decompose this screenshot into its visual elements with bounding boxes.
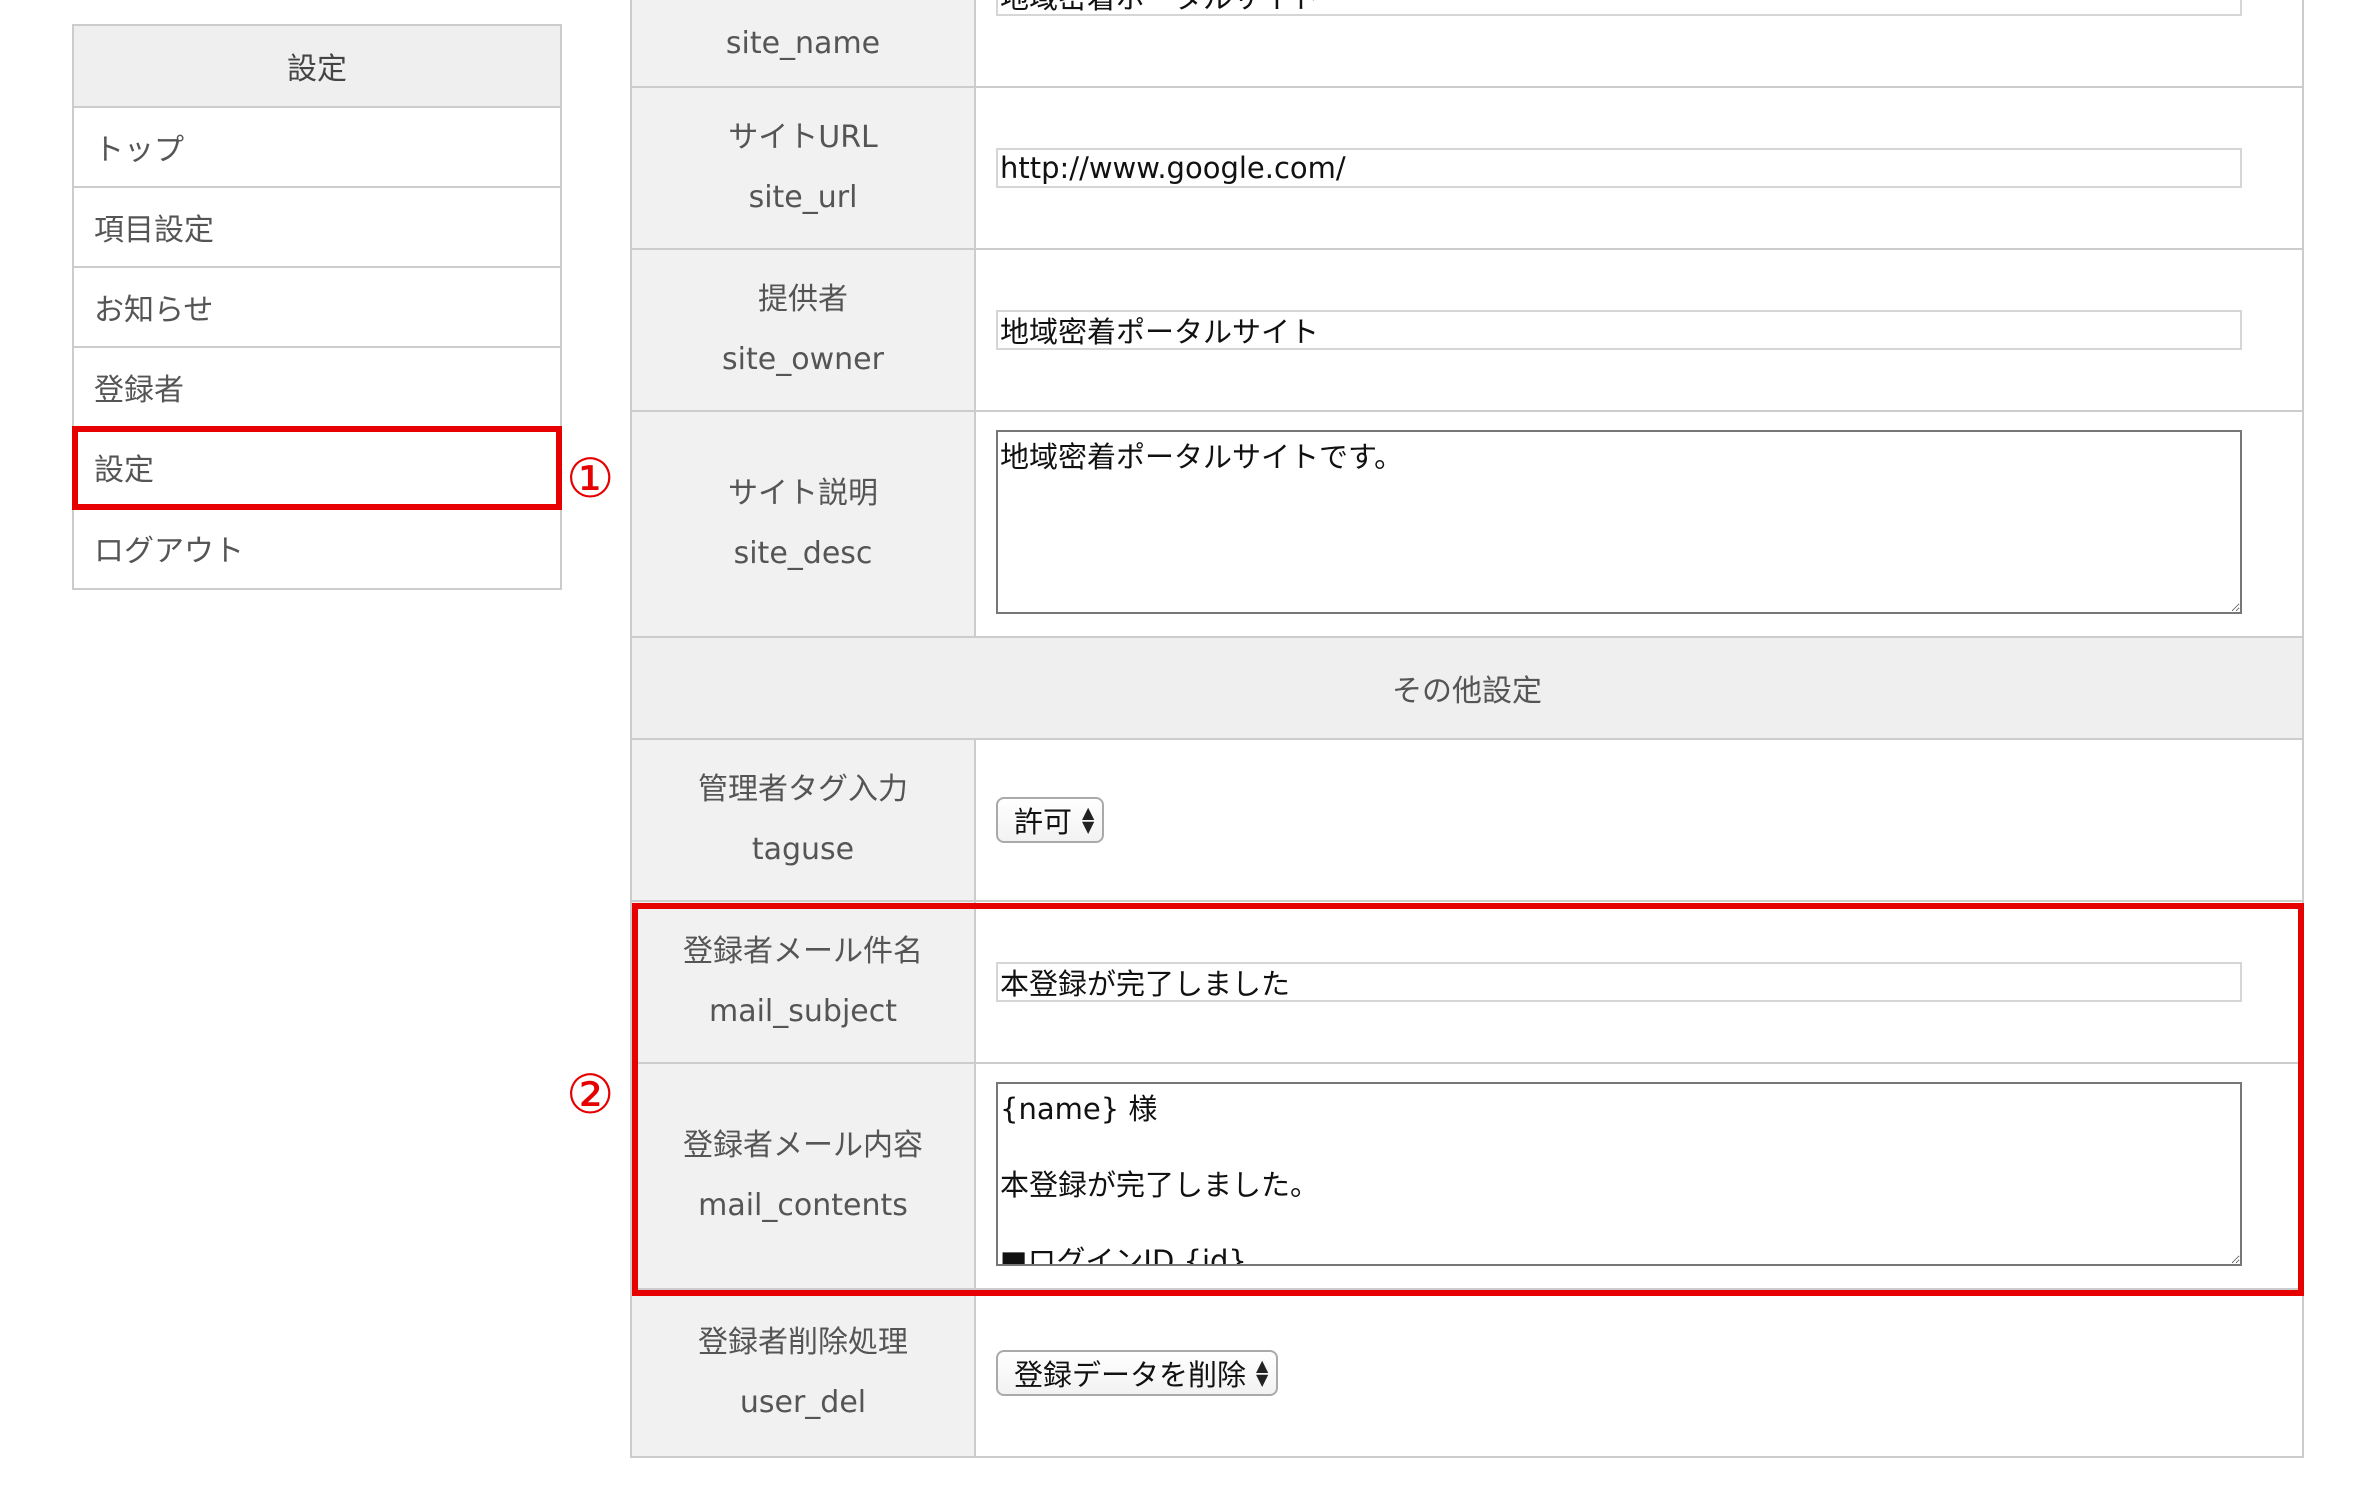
settings-label-cell: 登録者削除処理 user_del [630,1288,976,1458]
field-label-site-url: サイトURL [728,120,878,155]
taguse-select-value: 許可 [1014,805,1073,839]
settings-row-site-owner: 提供者 site_owner [630,248,2304,412]
settings-value-cell: 登録データを削除 ▲ ▼ [974,1288,2304,1458]
settings-value-cell [974,0,2304,88]
settings-row-mail-subject: 登録者メール件名 mail_subject [630,900,2304,1064]
site-url-input[interactable] [996,148,2242,188]
settings-value-cell: 地域密着ポータルサイトです。 [974,410,2304,638]
sidebar-item-settings[interactable]: 設定 [72,426,562,510]
site-owner-input[interactable] [996,310,2242,350]
select-arrows-icon: ▲ ▼ [1082,803,1095,836]
callout-marker-2: ② [566,1063,615,1126]
settings-row-site-name: site_name [630,0,2304,88]
settings-value-cell: 許可 ▲ ▼ [974,738,2304,902]
field-key-site-name: site_name [725,26,881,61]
field-label-mail-contents: 登録者メール内容 [683,1128,923,1163]
field-key-site-desc: site_desc [733,536,873,571]
settings-label-cell: site_name [630,0,976,88]
settings-row-taguse: 管理者タグ入力 taguse 許可 ▲ ▼ [630,738,2304,902]
field-label-site-owner: 提供者 [758,282,848,317]
settings-row-mail-contents: 登録者メール内容 mail_contents {name} 様 本登録が完了しま… [630,1062,2304,1290]
mail-contents-textarea[interactable]: {name} 様 本登録が完了しました。 ■ログインID {id} [996,1082,2242,1266]
mail-subject-input[interactable] [996,962,2242,1002]
field-label-site-desc: サイト説明 [728,476,878,511]
settings-value-cell: {name} 様 本登録が完了しました。 ■ログインID {id} [974,1062,2304,1290]
sidebar-item-registrants[interactable]: 登録者 [74,348,560,428]
settings-label-cell: 管理者タグ入力 taguse [630,738,976,902]
select-arrows-icon: ▲ ▼ [1256,1356,1269,1389]
settings-section-other: その他設定 [630,636,2304,740]
settings-row-site-desc: サイト説明 site_desc 地域密着ポータルサイトです。 [630,410,2304,638]
settings-value-cell [974,248,2304,412]
settings-row-user-del: 登録者削除処理 user_del 登録データを削除 ▲ ▼ [630,1288,2304,1458]
settings-label-cell: サイトURL site_url [630,86,976,250]
settings-value-cell [974,900,2304,1064]
field-key-mail-contents: mail_contents [698,1188,908,1223]
settings-label-cell: 登録者メール件名 mail_subject [630,900,976,1064]
sidebar-header: 設定 [74,26,560,108]
sidebar-item-logout[interactable]: ログアウト [74,508,560,588]
settings-label-cell: 提供者 site_owner [630,248,976,412]
field-label-taguse: 管理者タグ入力 [698,772,908,807]
field-key-user-del: user_del [739,1385,867,1420]
user-del-select[interactable]: 登録データを削除 ▲ ▼ [996,1350,1279,1396]
sidebar-item-top[interactable]: トップ [74,108,560,188]
field-key-site-url: site_url [748,180,858,215]
settings-table: site_name サイトURL site_url 提供者 site_owner… [630,0,2304,1458]
site-desc-textarea[interactable]: 地域密着ポータルサイトです。 [996,430,2242,614]
taguse-select[interactable]: 許可 ▲ ▼ [996,797,1105,843]
field-key-taguse: taguse [751,832,855,867]
settings-label-cell: サイト説明 site_desc [630,410,976,638]
sidebar-nav: 設定 トップ 項目設定 お知らせ 登録者 設定 ログアウト [72,24,562,590]
field-key-site-owner: site_owner [722,342,884,377]
user-del-select-value: 登録データを削除 [1014,1358,1247,1392]
sidebar-item-news[interactable]: お知らせ [74,268,560,348]
settings-label-cell: 登録者メール内容 mail_contents [630,1062,976,1290]
field-label-mail-subject: 登録者メール件名 [683,934,923,969]
settings-value-cell [974,86,2304,250]
site-name-input[interactable] [996,0,2242,16]
field-label-user-del: 登録者削除処理 [698,1325,908,1360]
callout-marker-1: ① [566,447,615,510]
field-key-mail-subject: mail_subject [708,994,897,1029]
section-title: その他設定 [630,636,2304,740]
settings-row-site-url: サイトURL site_url [630,86,2304,250]
sidebar-item-field-settings[interactable]: 項目設定 [74,188,560,268]
